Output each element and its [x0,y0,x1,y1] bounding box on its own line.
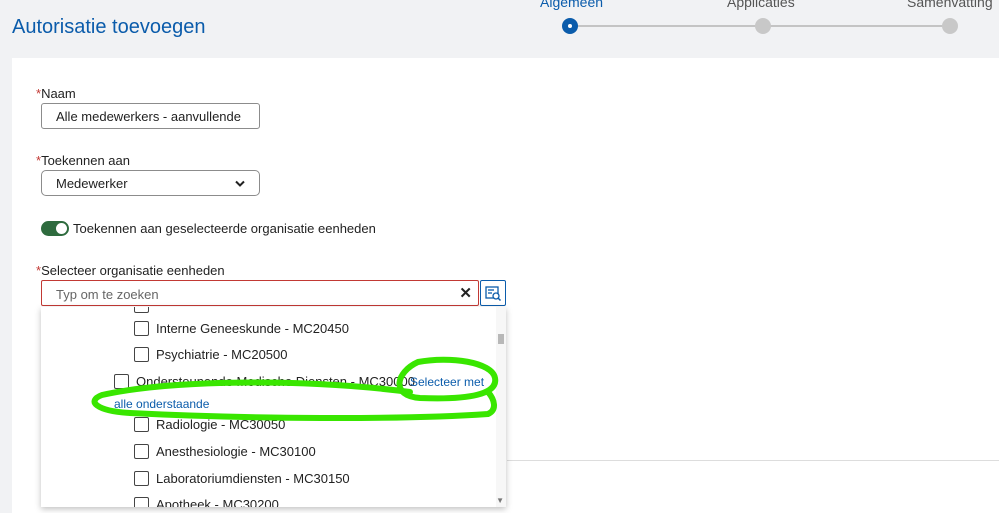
step-label-applicaties[interactable]: Applicaties [727,0,795,10]
tree-item[interactable]: Radiologie - MC30050 [134,417,285,432]
step-dot-algemeen[interactable] [562,18,578,34]
chevron-down-icon [235,180,245,187]
assign-select-value: Medewerker [56,175,128,191]
checkbox[interactable] [134,347,149,362]
select-all-below-link[interactable]: Selecteer met [410,375,484,389]
tree-item[interactable]: Apotheek - MC30200 [134,497,279,507]
checkbox[interactable] [134,321,149,336]
tree-item[interactable]: Psychiatrie - MC20500 [134,347,288,362]
name-label: *Naam [36,86,76,101]
footer-divider [507,460,999,461]
assign-label: *Toekennen aan [36,153,130,168]
org-dropdown[interactable]: Interne Geneeskunde - MC20450 Psychiatri… [41,307,506,507]
name-input[interactable]: Alle medewerkers - aanvullende rec [41,103,260,129]
tree-item-label: Ondersteunende Medische Diensten - MC300… [136,374,415,389]
org-search-placeholder: Typ om te zoeken [56,287,159,302]
assign-label-text: Toekennen aan [41,153,130,168]
checkbox[interactable] [134,417,149,432]
select-all-below-link-cont[interactable]: alle onderstaande [114,397,209,411]
step-connector [770,25,950,27]
name-label-text: Naam [41,86,76,101]
step-dot-applicaties[interactable] [755,18,771,34]
list-search-icon [485,286,502,302]
scroll-down-arrow-icon[interactable]: ▼ [496,496,504,505]
step-label-algemeen[interactable]: Algemeen [540,0,603,10]
step-dot-samenvatting[interactable] [942,18,958,34]
tree-item-partial[interactable] [134,307,156,313]
tree-item-label: Laboratoriumdiensten - MC30150 [156,471,350,486]
tree-item[interactable]: Anesthesiologie - MC30100 [134,444,316,459]
tree-item[interactable]: Laboratoriumdiensten - MC30150 [134,471,350,486]
org-search-input[interactable]: Typ om te zoeken ✕ [41,280,479,306]
org-label: *Selecteer organisatie eenheden [36,263,225,278]
tree-item[interactable]: Ondersteunende Medische Diensten - MC300… [114,374,415,389]
tree-item[interactable]: Interne Geneeskunde - MC20450 [134,321,349,336]
scroll-thumb[interactable] [498,334,504,344]
checkbox[interactable] [134,307,149,313]
tree-item-label: Anesthesiologie - MC30100 [156,444,316,459]
checkbox[interactable] [114,374,129,389]
toggle-label: Toekennen aan geselecteerde organisatie … [73,221,376,236]
stepper: Algemeen Applicaties Samenvatting [540,0,993,40]
checkbox[interactable] [134,444,149,459]
tree-item-label: Interne Geneeskunde - MC20450 [156,321,349,336]
assign-selected-toggle[interactable] [41,221,69,236]
page-title: Autorisatie toevoegen [12,16,206,38]
assign-select[interactable]: Medewerker [41,170,260,196]
browse-button[interactable] [480,280,506,306]
tree-item-label: Radiologie - MC30050 [156,417,286,432]
tree-item-label: Apotheek - MC30200 [156,497,279,507]
close-icon[interactable]: ✕ [459,284,472,302]
tree-item-label: Psychiatrie - MC20500 [156,347,288,362]
step-connector [570,25,760,27]
step-label-samenvatting[interactable]: Samenvatting [907,0,993,10]
checkbox[interactable] [134,471,149,486]
org-label-text: Selecteer organisatie eenheden [41,263,225,278]
dropdown-scrollbar[interactable]: ▼ [496,307,506,507]
name-input-value: Alle medewerkers - aanvullende rec [56,108,245,124]
checkbox[interactable] [134,497,149,507]
